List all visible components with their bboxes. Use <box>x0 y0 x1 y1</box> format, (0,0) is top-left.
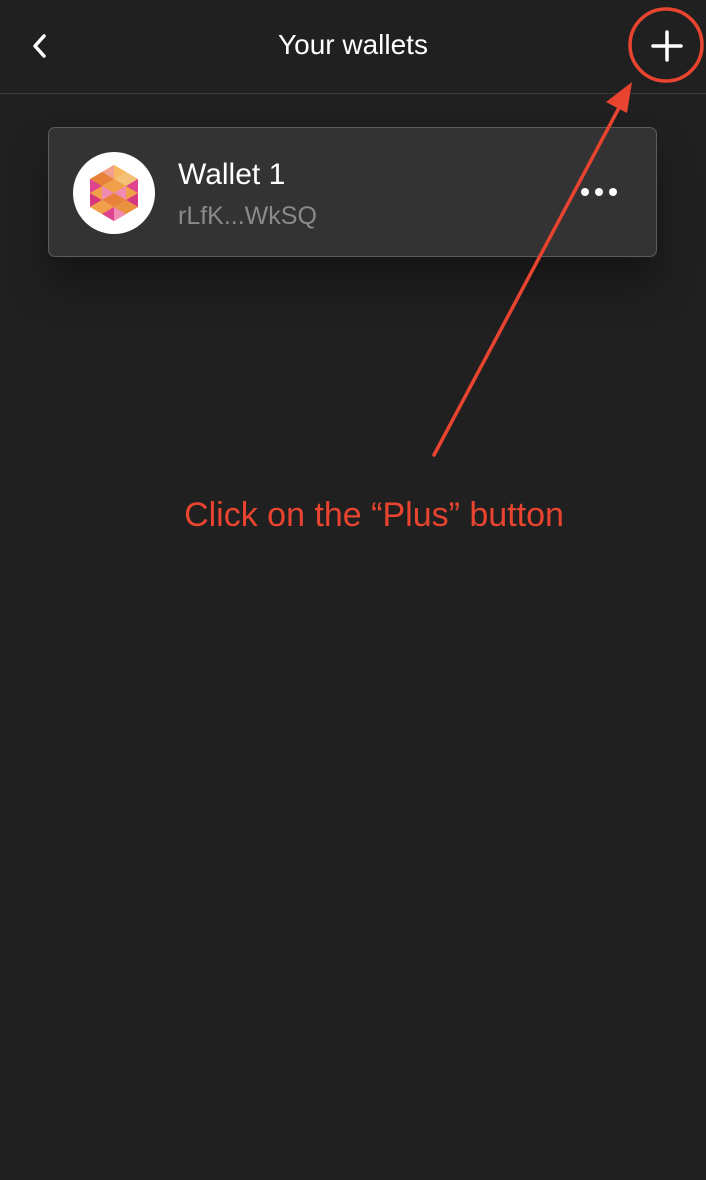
wallet-avatar <box>73 152 155 234</box>
hexagon-identicon <box>90 165 138 221</box>
add-wallet-button[interactable] <box>638 17 696 75</box>
page-title: Your wallets <box>278 29 428 60</box>
wallet-address: rLfK...WkSQ <box>178 202 317 230</box>
plus-icon <box>651 30 683 62</box>
wallet-card[interactable]: Wallet 1 rLfK...WkSQ <box>48 127 657 257</box>
more-horizontal-icon <box>581 188 617 196</box>
annotation-instruction: Click on the “Plus” button <box>184 496 564 534</box>
app-header: Your wallets <box>0 0 706 94</box>
wallet-menu-button[interactable] <box>569 172 629 212</box>
wallet-name: Wallet 1 <box>178 158 286 191</box>
